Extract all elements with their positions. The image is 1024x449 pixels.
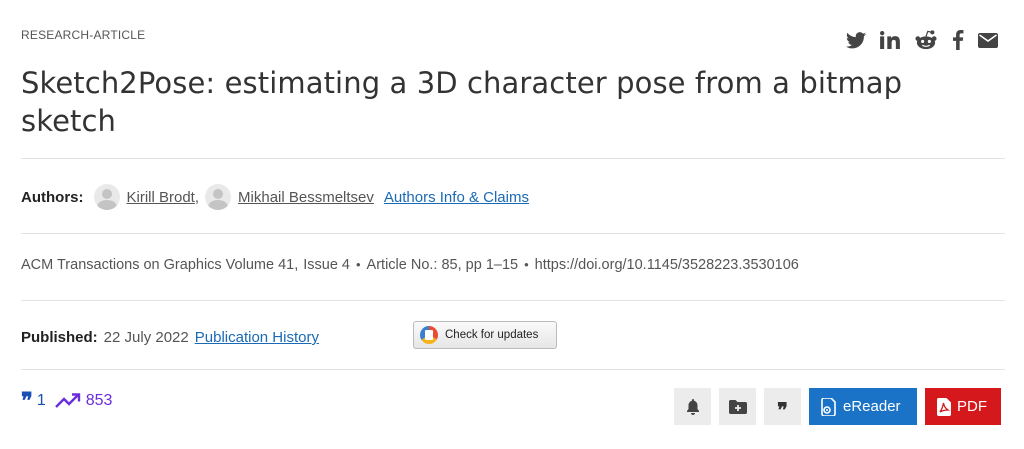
check-for-updates-label: Check for updates (445, 329, 539, 341)
divider (21, 233, 1005, 234)
quote-icon: ❞ (777, 397, 788, 422)
publication-history-link[interactable]: Publication History (195, 329, 319, 346)
issue[interactable]: Issue 4 (303, 257, 350, 273)
doi-link[interactable]: https://doi.org/10.1145/3528223.3530106 (535, 257, 799, 273)
add-to-binder-button[interactable] (719, 388, 756, 425)
facebook-icon[interactable] (952, 30, 964, 50)
avatar (205, 184, 232, 210)
journal-name[interactable]: ACM Transactions on Graphics (21, 257, 222, 273)
ereader-button[interactable]: eReader (809, 388, 917, 425)
article-number: Article No.: 85, pp 1–15 (366, 257, 519, 273)
share-bar (846, 30, 998, 50)
bullet: • (524, 257, 529, 272)
author-separator: , (194, 188, 200, 206)
trending-up-icon[interactable] (54, 393, 81, 409)
email-icon[interactable] (978, 32, 998, 48)
reddit-icon[interactable] (914, 30, 938, 50)
action-bar: ❞ eReader PDF (674, 388, 1001, 425)
published-date: 22 July 2022 (103, 329, 189, 346)
author-link-bessmeltsev[interactable]: Mikhail Bessmeltsev (238, 189, 374, 206)
article-title: Sketch2Pose: estimating a 3D character p… (21, 66, 903, 138)
check-for-updates-button[interactable]: Check for updates (413, 321, 557, 349)
authors-info-link[interactable]: Authors Info & Claims (384, 189, 529, 206)
alert-button[interactable] (674, 388, 711, 425)
pdf-button[interactable]: PDF (925, 388, 1001, 425)
divider (21, 369, 1005, 370)
authors-row: Authors: Kirill Brodt , Mikhail Bessmelt… (21, 184, 529, 210)
divider (21, 158, 1005, 159)
ereader-label: eReader (843, 398, 901, 415)
volume[interactable]: Volume 41, (226, 257, 299, 273)
authors-label: Authors: (21, 188, 84, 206)
crossmark-icon (420, 326, 438, 344)
twitter-icon[interactable] (846, 31, 866, 49)
bell-icon (686, 398, 699, 415)
author-link-brodt[interactable]: Kirill Brodt (127, 189, 195, 206)
cite-button[interactable]: ❞ (764, 388, 801, 425)
published-row: Published: 22 July 2022 Publication Hist… (21, 329, 319, 346)
bullet: • (355, 257, 361, 272)
metrics-row: ❞ 1 853 (21, 390, 113, 412)
published-label: Published: (21, 329, 98, 346)
ereader-icon (821, 397, 836, 416)
download-count[interactable]: 853 (86, 392, 113, 410)
article-type-label: RESEARCH-ARTICLE (21, 28, 146, 42)
divider (21, 300, 1005, 301)
citation-icon[interactable]: ❞ (21, 390, 33, 412)
pdf-label: PDF (957, 398, 987, 415)
avatar (93, 184, 120, 210)
citation-line: ACM Transactions on Graphics Volume 41, … (21, 257, 799, 273)
citation-count[interactable]: 1 (37, 392, 46, 410)
pdf-icon (937, 397, 951, 416)
linkedin-icon[interactable] (880, 31, 900, 49)
folder-plus-icon (728, 399, 747, 414)
